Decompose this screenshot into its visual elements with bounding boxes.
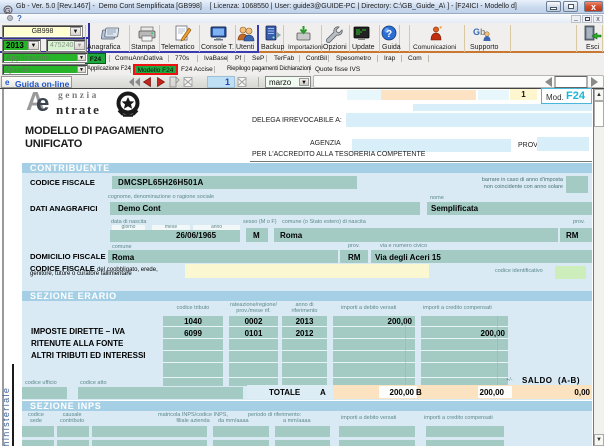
svg-text:?: ? (386, 29, 392, 40)
svg-text:G: G (473, 27, 480, 37)
